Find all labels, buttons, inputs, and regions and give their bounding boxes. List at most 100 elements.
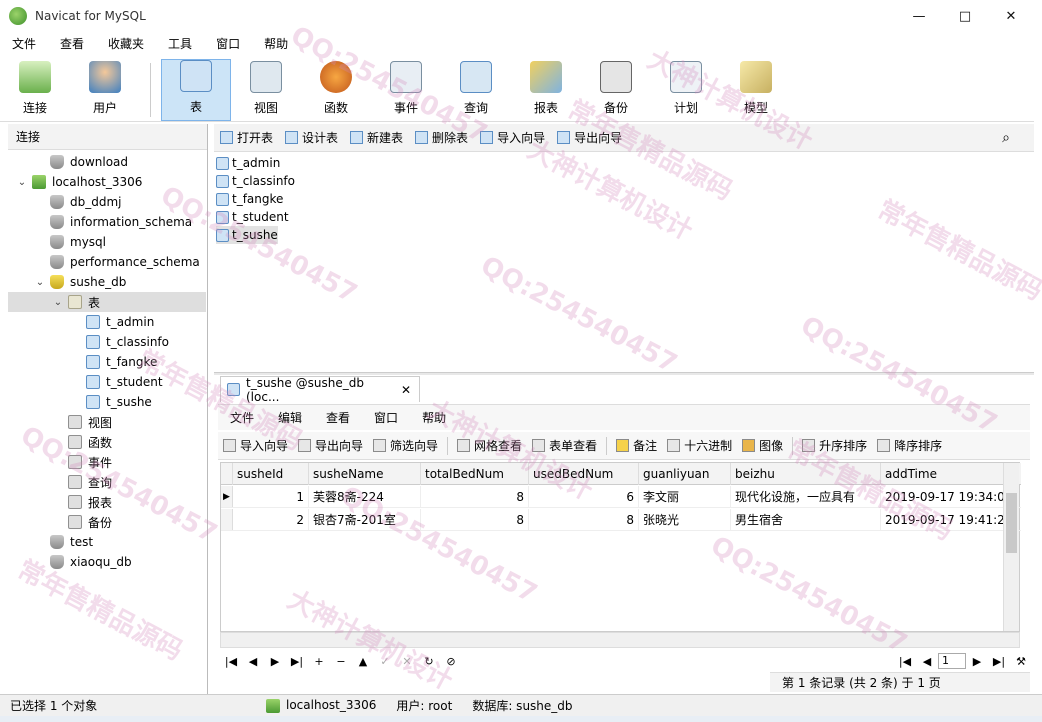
new-table-button[interactable]: 新建表 [344, 129, 409, 146]
first-page-button[interactable]: |◀ [894, 655, 916, 668]
column-header[interactable]: usedBedNum [529, 463, 639, 485]
column-header[interactable]: totalBedNum [421, 463, 529, 485]
tab-t-sushe[interactable]: t_sushe @sushe_db (loc... ✕ [220, 376, 420, 404]
menu-view[interactable]: 查看 [48, 32, 96, 56]
column-header[interactable]: susheName [309, 463, 421, 485]
export-wizard-button[interactable]: 导出向导 [551, 129, 628, 146]
grid-horizontal-scrollbar[interactable] [220, 632, 1020, 648]
prev-record-button[interactable]: ◀ [242, 655, 264, 668]
table-menu-help[interactable]: 帮助 [410, 409, 458, 426]
sort-ascending-button[interactable]: 升序排序 [797, 437, 872, 454]
chevron-down-icon[interactable]: ⌄ [52, 297, 64, 308]
grid-cell[interactable]: 银杏7斋-201室 [309, 509, 421, 531]
tree-item[interactable]: 查询 [8, 472, 206, 492]
tree-item[interactable]: 视图 [8, 412, 206, 432]
object-list-item[interactable]: t_sushe [216, 226, 278, 244]
grid-cell[interactable]: 8 [421, 486, 529, 508]
next-page-button[interactable]: ▶ [966, 655, 988, 668]
grid-cell[interactable]: 2 [233, 509, 309, 531]
table-export-wizard-button[interactable]: 导出向导 [293, 437, 368, 454]
grid-cell[interactable]: 6 [529, 486, 639, 508]
grid-cell[interactable]: 李文丽 [639, 486, 731, 508]
column-header[interactable]: addTime [881, 463, 1005, 485]
maximize-button[interactable]: □ [942, 0, 988, 32]
tree-item[interactable]: 报表 [8, 492, 206, 512]
tree-item[interactable]: ⌄ localhost_3306 [8, 172, 206, 192]
grid-cell[interactable]: 2019-09-17 19:34:03 [881, 486, 1005, 508]
table-import-wizard-button[interactable]: 导入向导 [218, 437, 293, 454]
design-table-button[interactable]: 设计表 [279, 129, 344, 146]
hex-button[interactable]: 十六进制 [662, 437, 737, 454]
grid-cell[interactable]: 8 [421, 509, 529, 531]
last-record-button[interactable]: ▶| [286, 655, 308, 668]
stop-button[interactable]: ⊘ [440, 655, 462, 668]
grid-cell[interactable]: 1 [233, 486, 309, 508]
menu-file[interactable]: 文件 [0, 32, 48, 56]
tree-item[interactable]: t_admin [8, 312, 206, 332]
sort-descending-button[interactable]: 降序排序 [872, 437, 947, 454]
object-list-item[interactable]: t_student [216, 208, 1032, 226]
grid-view-button[interactable]: 网格查看 [452, 437, 527, 454]
refresh-button[interactable]: ↻ [418, 655, 440, 668]
object-list-item[interactable]: t_admin [216, 154, 1032, 172]
menu-window[interactable]: 窗口 [204, 32, 252, 56]
chevron-down-icon[interactable]: ⌄ [16, 177, 28, 188]
schedule-button[interactable]: 计划 [651, 59, 721, 121]
object-list-item[interactable]: t_classinfo [216, 172, 1032, 190]
tree-item[interactable]: 事件 [8, 452, 206, 472]
grid-vertical-scrollbar[interactable] [1003, 463, 1019, 631]
column-header[interactable]: susheId [233, 463, 309, 485]
memo-button[interactable]: 备注 [611, 437, 662, 454]
report-button[interactable]: 报表 [511, 59, 581, 121]
open-table-button[interactable]: 打开表 [214, 129, 279, 146]
next-record-button[interactable]: ▶ [264, 655, 286, 668]
import-wizard-button[interactable]: 导入向导 [474, 129, 551, 146]
chevron-down-icon[interactable]: ⌄ [34, 277, 46, 288]
delete-table-button[interactable]: 删除表 [409, 129, 474, 146]
grid-cell[interactable]: 8 [529, 509, 639, 531]
function-button[interactable]: 函数 [301, 59, 371, 121]
model-button[interactable]: 模型 [721, 59, 791, 121]
image-button[interactable]: 图像 [737, 437, 788, 454]
query-button[interactable]: 查询 [441, 59, 511, 121]
tree-item[interactable]: ⌄ sushe_db [8, 272, 206, 292]
apply-changes-button[interactable]: ✓ [374, 655, 396, 668]
user-button[interactable]: 用户 [70, 59, 140, 121]
tree-item[interactable]: t_sushe [8, 392, 206, 412]
table-row[interactable]: ▶ 1 芙蓉8斋-224 8 6 李文丽 现代化设施，一应具有 2019-09-… [221, 486, 1021, 508]
tree-item[interactable]: download [8, 152, 206, 172]
prev-page-button[interactable]: ◀ [916, 655, 938, 668]
discard-changes-button[interactable]: ✕ [396, 655, 418, 668]
first-record-button[interactable]: |◀ [220, 655, 242, 668]
tree-item[interactable]: information_schema [8, 212, 206, 232]
table-menu-edit[interactable]: 编辑 [266, 409, 314, 426]
tree-item[interactable]: t_student [8, 372, 206, 392]
tree-item[interactable]: xiaoqu_db [8, 552, 206, 572]
last-page-button[interactable]: ▶| [988, 655, 1010, 668]
tree-item[interactable]: test [8, 532, 206, 552]
edit-record-button[interactable]: ▲ [352, 655, 374, 668]
connect-button[interactable]: 连接 [0, 59, 70, 121]
tree-item[interactable]: ⌄ 表 [8, 292, 206, 312]
grid-cell[interactable]: 芙蓉8斋-224 [309, 486, 421, 508]
column-header[interactable]: guanliyuan [639, 463, 731, 485]
menu-tools[interactable]: 工具 [156, 32, 204, 56]
grid-cell[interactable]: 男生宿舍 [731, 509, 881, 531]
table-menu-view[interactable]: 查看 [314, 409, 362, 426]
event-button[interactable]: 事件 [371, 59, 441, 121]
filter-wizard-button[interactable]: 筛选向导 [368, 437, 443, 454]
tree-item[interactable]: 备份 [8, 512, 206, 532]
tools-icon[interactable]: ⚒ [1010, 655, 1032, 668]
table-menu-file[interactable]: 文件 [218, 409, 266, 426]
menu-favorites[interactable]: 收藏夹 [96, 32, 156, 56]
scrollbar-thumb[interactable] [1006, 493, 1017, 553]
close-button[interactable]: ✕ [988, 0, 1034, 32]
backup-button[interactable]: 备份 [581, 59, 651, 121]
table-row[interactable]: 2 银杏7斋-201室 8 8 张晓光 男生宿舍 2019-09-17 19:4… [221, 509, 1021, 531]
menu-help[interactable]: 帮助 [252, 32, 300, 56]
object-list-item[interactable]: t_fangke [216, 190, 1032, 208]
search-icon[interactable]: ⌕ [1002, 130, 1010, 146]
grid-cell[interactable]: 现代化设施，一应具有 [731, 486, 881, 508]
tree-item[interactable]: db_ddmj [8, 192, 206, 212]
view-button[interactable]: 视图 [231, 59, 301, 121]
